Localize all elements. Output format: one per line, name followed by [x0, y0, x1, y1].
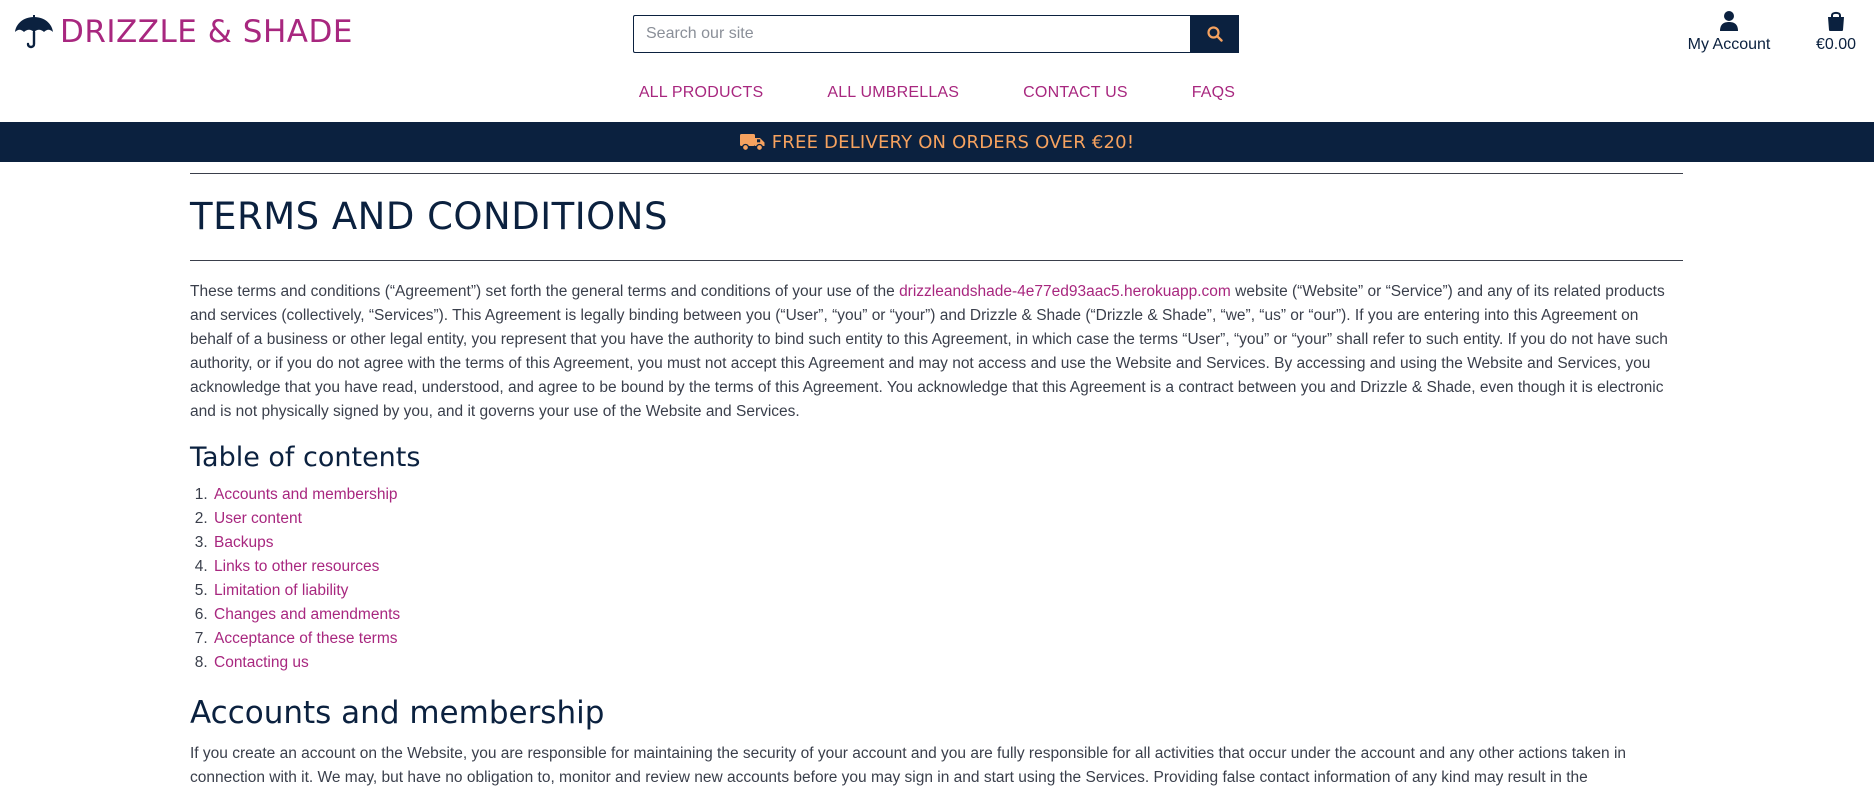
- website-link[interactable]: drizzleandshade-4e77ed93aac5.herokuapp.c…: [899, 283, 1231, 300]
- intro-paragraph: These terms and conditions (“Agreement”)…: [190, 280, 1683, 424]
- toc-heading: Table of contents: [190, 442, 421, 473]
- title-bottom-rule: [190, 260, 1683, 261]
- toc-item: Limitation of liability: [212, 579, 1683, 603]
- main-content: TERMS AND CONDITIONS These terms and con…: [190, 173, 1683, 790]
- toc-link-acceptance-of-these-terms[interactable]: Acceptance of these terms: [214, 630, 398, 647]
- site-header: DRIZZLE & SHADE My Account €0.00 ALL PRO…: [0, 0, 1874, 122]
- search-icon: [1206, 26, 1223, 42]
- cart-link[interactable]: €0.00: [1808, 10, 1864, 54]
- title-top-rule: [190, 173, 1683, 174]
- section-accounts-paragraph: If you create an account on the Website,…: [190, 745, 1627, 786]
- toc-item: Acceptance of these terms: [212, 627, 1683, 651]
- intro-text-before: These terms and conditions (“Agreement”)…: [190, 283, 900, 300]
- toc-link-accounts-and-membership[interactable]: Accounts and membership: [214, 486, 398, 503]
- nav-contact-us[interactable]: CONTACT US: [1023, 84, 1128, 102]
- toc-link-limitation-of-liability[interactable]: Limitation of liability: [214, 582, 348, 599]
- user-icon: [1720, 11, 1738, 31]
- toc-list: Accounts and membership User content Bac…: [190, 483, 1683, 675]
- cart-total: €0.00: [1815, 36, 1857, 53]
- nav-all-umbrellas[interactable]: ALL UMBRELLAS: [827, 84, 959, 102]
- section-heading-accounts: Accounts and membership: [190, 695, 605, 731]
- toc-link-links-to-other-resources[interactable]: Links to other resources: [214, 558, 379, 575]
- shopping-bag-icon: [1828, 11, 1844, 31]
- brand-name: DRIZZLE & SHADE: [60, 14, 353, 50]
- truck-icon: [739, 134, 765, 152]
- search-form: [633, 15, 1239, 53]
- toc-item: Contacting us: [212, 651, 1683, 675]
- delivery-banner: FREE DELIVERY ON ORDERS OVER €20!: [0, 122, 1874, 162]
- toc-link-backups[interactable]: Backups: [214, 534, 273, 551]
- main-nav: ALL PRODUCTS ALL UMBRELLAS CONTACT US FA…: [0, 84, 1874, 102]
- nav-faqs[interactable]: FAQS: [1192, 84, 1235, 102]
- toc-item: Backups: [212, 531, 1683, 555]
- nav-all-products[interactable]: ALL PRODUCTS: [639, 84, 764, 102]
- brand-logo[interactable]: DRIZZLE & SHADE: [14, 14, 353, 50]
- intro-text-after: website (“Website” or “Service”) and any…: [190, 283, 1668, 420]
- umbrella-icon: [15, 15, 53, 49]
- search-button[interactable]: [1190, 15, 1239, 53]
- my-account-link[interactable]: My Account: [1680, 10, 1778, 54]
- toc-link-contacting-us[interactable]: Contacting us: [214, 654, 309, 671]
- toc-item: Changes and amendments: [212, 603, 1683, 627]
- toc-link-user-content[interactable]: User content: [214, 510, 302, 527]
- search-input[interactable]: [633, 15, 1190, 53]
- toc-item: Links to other resources: [212, 555, 1683, 579]
- toc-link-changes-and-amendments[interactable]: Changes and amendments: [214, 606, 400, 623]
- delivery-banner-content: FREE DELIVERY ON ORDERS OVER €20!: [739, 131, 1135, 153]
- toc-item: Accounts and membership: [212, 483, 1683, 507]
- my-account-label: My Account: [1687, 36, 1771, 53]
- toc-item: User content: [212, 507, 1683, 531]
- delivery-banner-text: FREE DELIVERY ON ORDERS OVER €20!: [771, 131, 1135, 153]
- page-title: TERMS AND CONDITIONS: [190, 195, 668, 238]
